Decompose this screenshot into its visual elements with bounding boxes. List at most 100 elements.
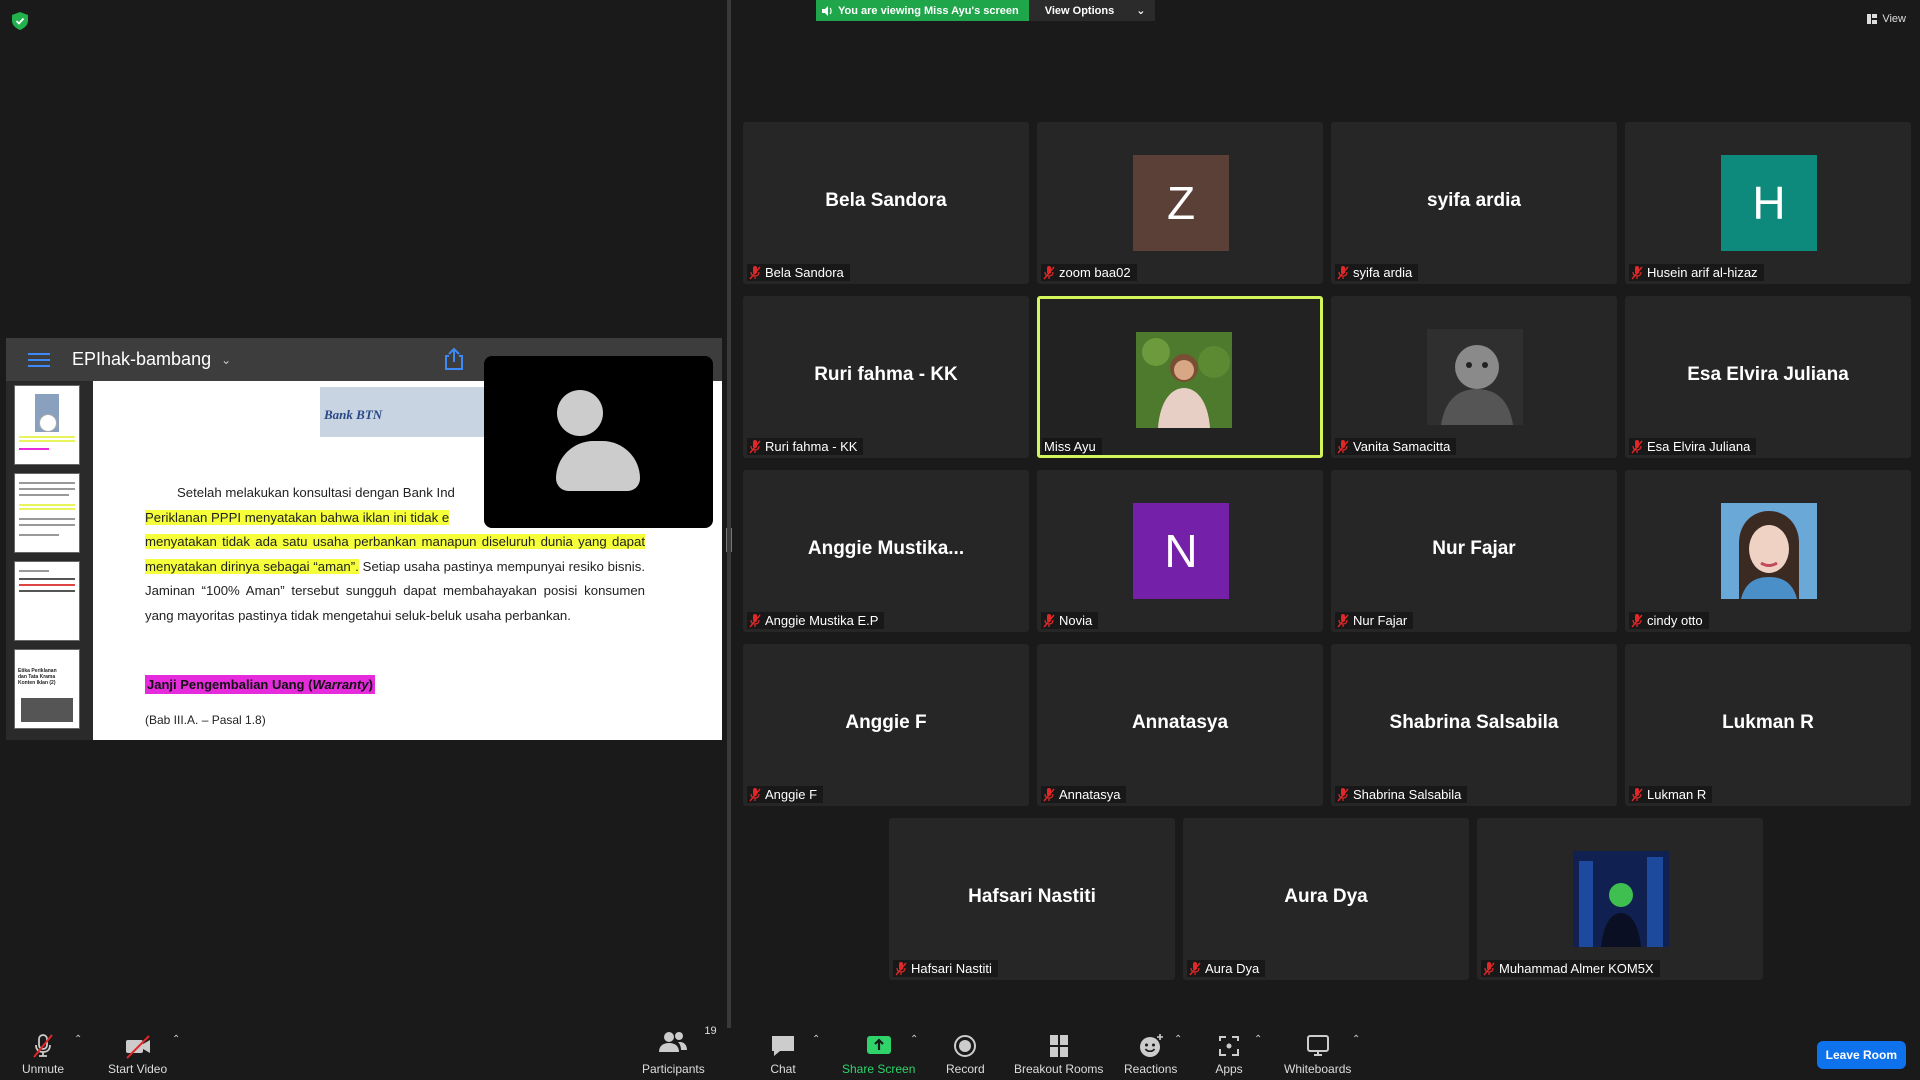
participant-tile[interactable]: Hafsari Nastiti Hafsari Nastiti: [889, 818, 1175, 980]
participant-tile[interactable]: Ruri fahma - KK Ruri fahma - KK: [743, 296, 1029, 458]
participant-tile[interactable]: Nur Fajar Nur Fajar: [1331, 470, 1617, 632]
chevron-up-icon[interactable]: ⌃: [812, 1034, 820, 1045]
record-button[interactable]: Record: [946, 1028, 985, 1080]
mic-muted-icon: [1631, 265, 1643, 279]
participant-name: cindy otto: [1647, 613, 1703, 628]
participant-name-label: Nur Fajar: [1335, 612, 1414, 629]
participant-tile[interactable]: Lukman R Lukman R: [1625, 644, 1911, 806]
mic-muted-icon: [749, 439, 761, 453]
participant-name: Ruri fahma - KK: [765, 439, 858, 454]
participants-button[interactable]: 19 Participants: [642, 1025, 717, 1080]
page-thumbnail[interactable]: [14, 473, 80, 553]
participant-name-label: Hafsari Nastiti: [893, 960, 998, 977]
participant-name: Lukman R: [1647, 787, 1707, 802]
participant-tile[interactable]: Anggie F Anggie F: [743, 644, 1029, 806]
mic-muted-icon: [1189, 961, 1201, 975]
participant-name: Annatasya: [1059, 787, 1121, 802]
participant-name: Anggie Mustika E.P: [765, 613, 879, 628]
avatar-initial: H: [1752, 177, 1786, 229]
participant-tile[interactable]: Muhammad Almer KOM5X: [1477, 818, 1763, 980]
participant-tile[interactable]: Miss Ayu: [1037, 296, 1323, 458]
start-video-button[interactable]: Start Video: [108, 1028, 167, 1080]
participant-name: Vanita Samacitta: [1353, 439, 1451, 454]
chevron-down-icon[interactable]: ⌄: [221, 353, 231, 367]
chevron-up-icon[interactable]: ⌃: [1174, 1034, 1182, 1045]
section-heading: Janji Pengembalian Uang (Warranty): [145, 675, 375, 694]
participant-tile[interactable]: Annatasya Annatasya: [1037, 644, 1323, 806]
participant-tile[interactable]: Shabrina Salsabila Shabrina Salsabila: [1331, 644, 1617, 806]
document-title[interactable]: EPIhak-bambang: [72, 349, 211, 370]
participant-photo: [1136, 332, 1232, 428]
reactions-button[interactable]: Reactions: [1124, 1028, 1177, 1080]
mic-muted-icon: [1337, 613, 1349, 627]
split-divider-handle[interactable]: [726, 528, 732, 552]
participant-name: Muhammad Almer KOM5X: [1499, 961, 1654, 976]
self-video-thumbnail[interactable]: [484, 356, 713, 528]
participant-display-name: Anggie Mustika...: [807, 538, 965, 559]
chevron-up-icon[interactable]: ⌃: [74, 1034, 82, 1045]
participant-name-label: Aura Dya: [1187, 960, 1266, 977]
mic-muted-icon: [895, 961, 907, 975]
participant-name-label: Muhammad Almer KOM5X: [1481, 960, 1660, 977]
mic-muted-icon: [1483, 961, 1495, 975]
share-screen-icon: [866, 1036, 891, 1054]
participant-tile[interactable]: Vanita Samacitta: [1331, 296, 1617, 458]
page-thumbnail[interactable]: [14, 385, 80, 465]
video-off-icon: [125, 1035, 150, 1059]
leave-room-button[interactable]: Leave Room: [1816, 1041, 1906, 1069]
viewing-status-badge: You are viewing Miss Ayu's screen: [816, 0, 1029, 21]
highlighted-text: Periklanan PPPI menyatakan bahwa iklan i…: [145, 509, 450, 525]
participants-icon: [659, 1032, 688, 1052]
chat-button[interactable]: Chat: [768, 1028, 798, 1080]
apps-label: Apps: [1215, 1062, 1243, 1076]
participant-name: Novia: [1059, 613, 1093, 628]
whiteboards-button[interactable]: Whiteboards: [1284, 1028, 1351, 1080]
view-options-button[interactable]: View Options ⌄: [1028, 0, 1156, 21]
view-button[interactable]: View: [1867, 13, 1906, 25]
split-divider[interactable]: [727, 0, 731, 1028]
chevron-up-icon[interactable]: ⌃: [1254, 1034, 1262, 1045]
chevron-up-icon[interactable]: ⌃: [910, 1034, 918, 1045]
participant-avatar: Z: [1133, 155, 1229, 251]
breakout-rooms-button[interactable]: Breakout Rooms: [1014, 1028, 1103, 1080]
grid-view-icon: [1867, 14, 1878, 24]
page-thumbnail[interactable]: [14, 561, 80, 641]
record-icon: [954, 1035, 977, 1057]
participant-tile[interactable]: syifa ardia syifa ardia: [1331, 122, 1617, 284]
chevron-up-icon[interactable]: ⌃: [1352, 1034, 1360, 1045]
participant-display-name: Shabrina Salsabila: [1389, 712, 1559, 733]
mic-muted-icon: [749, 787, 761, 801]
zoom-meeting-window: You are viewing Miss Ayu's screen View O…: [0, 0, 1920, 1080]
participant-name-label: zoom baa02: [1041, 264, 1137, 281]
participant-tile[interactable]: Anggie Mustika... Anggie Mustika E.P: [743, 470, 1029, 632]
paragraph-lead: Setelah melakukan konsultasi dengan Bank…: [177, 485, 455, 500]
participant-name-label: Novia: [1041, 612, 1099, 629]
mic-muted-icon: [1337, 265, 1349, 279]
participant-tile[interactable]: Zzoom baa02: [1037, 122, 1323, 284]
section-reference: (Bab III.A. – Pasal 1.8): [145, 713, 266, 727]
list-menu-icon[interactable]: [28, 352, 50, 367]
participant-tile[interactable]: H Husein arif al-hizaz: [1625, 122, 1911, 284]
unmute-button[interactable]: Unmute: [22, 1028, 64, 1080]
participant-tile[interactable]: N Novia: [1037, 470, 1323, 632]
participants-label: Participants: [642, 1062, 705, 1076]
participant-tile[interactable]: Aura Dya Aura Dya: [1183, 818, 1469, 980]
chat-icon: [772, 1036, 794, 1056]
speaker-icon: [822, 5, 832, 16]
page-thumbnail[interactable]: Etika Periklanan dan Tata Krama Konten I…: [14, 649, 80, 729]
participant-name-label: Shabrina Salsabila: [1335, 786, 1468, 803]
participant-tile[interactable]: Esa Elvira Juliana Esa Elvira Juliana: [1625, 296, 1911, 458]
participant-name: syifa ardia: [1353, 265, 1413, 280]
avatar-initial: N: [1164, 525, 1198, 577]
breakout-rooms-icon: [1049, 1035, 1068, 1057]
chevron-up-icon[interactable]: ⌃: [172, 1034, 180, 1045]
security-shield-icon[interactable]: [12, 12, 28, 30]
participant-tile[interactable]: Bela Sandora Bela Sandora: [743, 122, 1029, 284]
share-screen-button[interactable]: Share Screen: [842, 1028, 915, 1080]
participant-tile[interactable]: cindy otto: [1625, 470, 1911, 632]
apps-button[interactable]: Apps: [1214, 1028, 1244, 1080]
reactions-label: Reactions: [1124, 1062, 1178, 1076]
participant-photo: [1721, 503, 1817, 599]
participant-name-label: Ruri fahma - KK: [747, 438, 864, 455]
share-export-icon[interactable]: [442, 347, 466, 371]
